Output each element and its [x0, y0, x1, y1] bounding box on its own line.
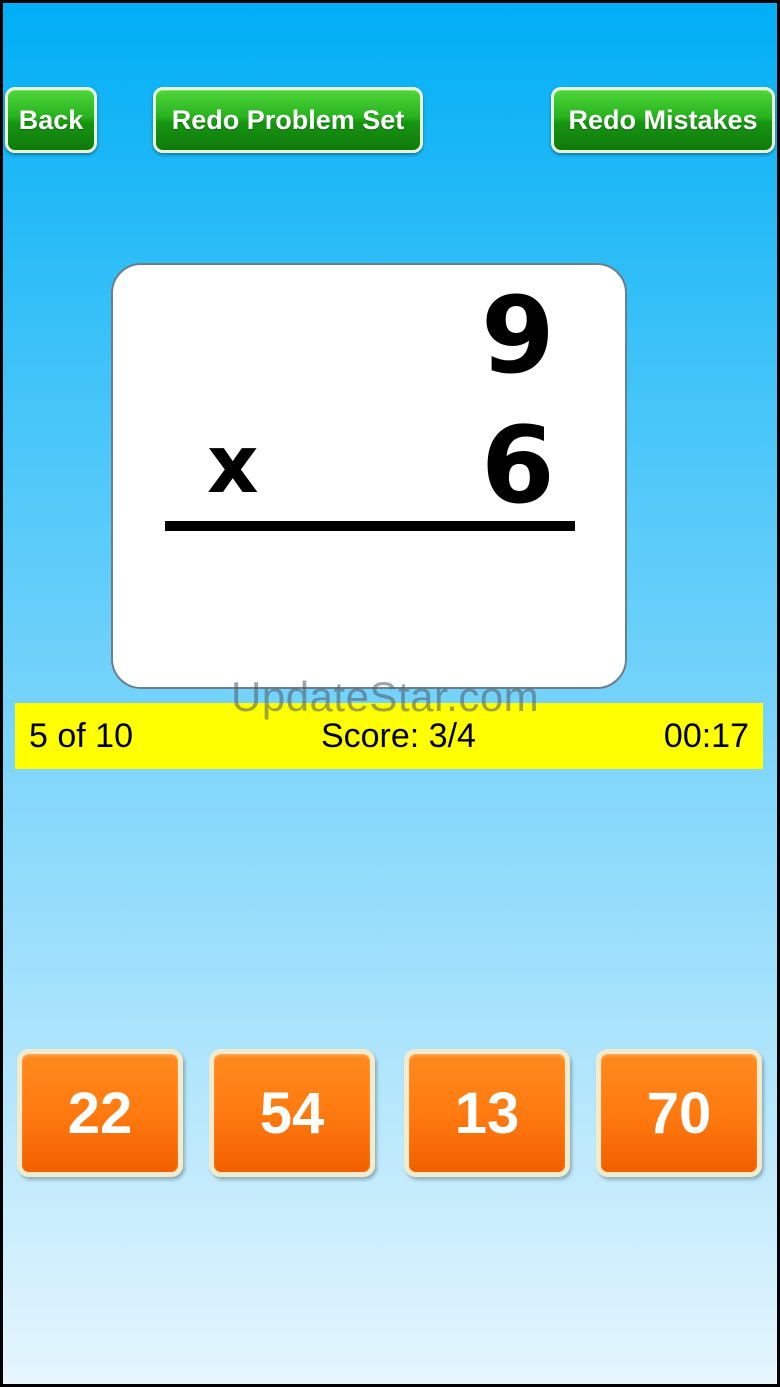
answer-button[interactable]: 22: [17, 1049, 183, 1177]
score-text: Score: 3/4: [320, 716, 476, 755]
answer-line: [165, 521, 575, 531]
back-button[interactable]: Back: [5, 87, 97, 153]
app-screen: Back Redo Problem Set Redo Mistakes 9 x …: [3, 3, 777, 1384]
answer-button[interactable]: 54: [209, 1049, 375, 1177]
answer-button[interactable]: 13: [404, 1049, 570, 1177]
operator-symbol: x: [207, 418, 259, 511]
progress-text: 5 of 10: [29, 716, 133, 755]
bottom-number: 6: [481, 404, 555, 527]
status-bar: 5 of 10 Score: 3/4 00:17: [15, 703, 763, 769]
problem-card: 9 x 6: [111, 263, 627, 689]
top-number: 9: [481, 274, 555, 397]
redo-mistakes-button[interactable]: Redo Mistakes: [551, 87, 775, 153]
timer-text: 00:17: [663, 716, 749, 755]
redo-problem-set-button[interactable]: Redo Problem Set: [153, 87, 423, 153]
answer-button[interactable]: 70: [596, 1049, 762, 1177]
